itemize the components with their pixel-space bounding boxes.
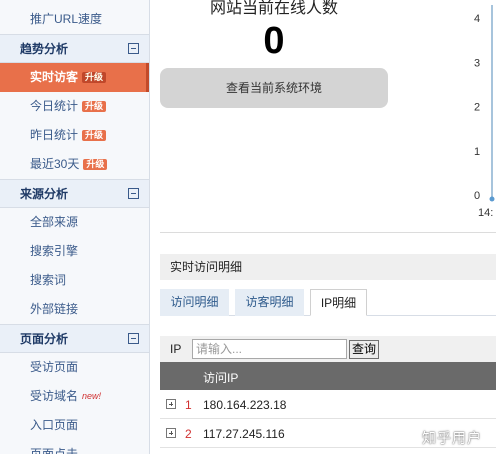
sidebar-item[interactable]: 全部来源 — [0, 208, 149, 237]
expand-plus-icon[interactable] — [166, 399, 176, 409]
sidebar-item-label: 受访页面 — [30, 360, 79, 374]
sidebar-item[interactable]: 受访域名 new! — [0, 382, 149, 411]
online-visitors-title: 网站当前在线人数 — [209, 0, 338, 17]
sidebar-item[interactable]: 外部链接 — [0, 295, 149, 324]
chart-y-tick-label: 2 — [474, 102, 480, 114]
collapse-minus-icon[interactable] — [128, 43, 139, 54]
tab-visitor-detail[interactable]: 访客明细 — [235, 289, 304, 316]
collapse-minus-icon[interactable] — [128, 333, 139, 344]
ip-filter-bar: IP 查询 — [160, 336, 496, 362]
sidebar-item-label: 推广URL速度 — [30, 12, 103, 26]
upgrade-badge: 升级 — [82, 130, 107, 142]
query-button[interactable]: 查询 — [349, 340, 379, 359]
online-visitors-count: 0 — [263, 20, 285, 62]
ip-table-header: 访问IP — [160, 362, 496, 390]
sidebar-section[interactable]: 来源分析 — [0, 179, 149, 208]
sidebar-section-label: 来源分析 — [20, 187, 69, 201]
watermark: 知乎用户 — [422, 430, 482, 446]
sidebar-section-label: 趋势分析 — [20, 42, 69, 56]
detail-tabs: 访问明细 访客明细 IP明细 — [160, 289, 496, 316]
sidebar-item[interactable]: 受访页面 — [0, 353, 149, 382]
section-divider — [160, 232, 496, 233]
sidebar-section-label: 页面分析 — [20, 332, 69, 346]
active-indicator — [146, 63, 149, 92]
collapse-minus-icon[interactable] — [128, 188, 139, 199]
chart-y-tick-label: 4 — [474, 13, 480, 25]
table-row: 1 180.164.223.18 — [160, 390, 496, 419]
new-tag: new! — [82, 391, 102, 401]
sidebar-item[interactable]: 入口页面 — [0, 411, 149, 440]
sidebar-item-label: 搜索词 — [30, 273, 67, 287]
sidebar-item-label: 入口页面 — [30, 418, 79, 432]
sidebar-section[interactable]: 页面分析 — [0, 324, 149, 353]
row-ip-address: 180.164.223.18 — [203, 398, 287, 412]
sidebar-item[interactable]: 实时访客 升级 — [0, 63, 149, 92]
chart-x-tick-label: 14: — [478, 207, 493, 219]
chart-y-tick-label: 0 — [474, 190, 480, 202]
sidebar-item[interactable]: 搜索引擎 — [0, 237, 149, 266]
sidebar-item-label: 今日统计 — [30, 99, 79, 113]
row-ip-address: 117.27.245.116 — [203, 427, 285, 441]
sidebar-section[interactable]: 趋势分析 — [0, 34, 149, 63]
sidebar-item[interactable]: 昨日统计 升级 — [0, 121, 149, 150]
sidebar: 推广URL速度 趋势分析 实时访客 升级 今日统计 升级 昨日统计 升级 最近30天 升级 来源分析… — [0, 0, 150, 454]
realtime-detail-header: 实时访问明细 — [160, 254, 496, 280]
sidebar-item-label: 实时访客 — [30, 70, 79, 84]
sidebar-item-label: 昨日统计 — [30, 128, 79, 142]
row-number: 1 — [185, 398, 192, 412]
upgrade-badge: 升级 — [83, 159, 108, 171]
view-system-environment-button[interactable]: 查看当前系统环境 — [160, 68, 388, 108]
sidebar-item-label: 受访域名 — [30, 389, 79, 403]
chart-y-tick-label: 3 — [474, 57, 480, 69]
sidebar-item[interactable]: 页面点击 — [0, 440, 149, 454]
sidebar-item-label: 全部来源 — [30, 215, 79, 229]
sidebar-item[interactable]: 推广URL速度 — [0, 5, 149, 34]
upgrade-badge: 升级 — [82, 101, 107, 113]
chart-data-point — [489, 196, 495, 202]
chart-y-tick-label: 1 — [474, 146, 480, 158]
sidebar-item[interactable]: 搜索词 — [0, 266, 149, 295]
expand-plus-icon[interactable] — [166, 428, 176, 438]
upgrade-badge: 升级 — [82, 72, 107, 84]
online-trend-chart: 4 3 2 1 0 14: — [474, 5, 495, 219]
column-header-visit-ip: 访问IP — [203, 371, 239, 385]
row-number: 2 — [185, 427, 192, 441]
sidebar-item[interactable]: 最近30天 升级 — [0, 150, 149, 179]
sidebar-item-label: 页面点击 — [30, 447, 79, 454]
tab-ip-detail[interactable]: IP明细 — [310, 289, 367, 316]
ip-search-input[interactable] — [192, 339, 347, 359]
sidebar-item-label: 外部链接 — [30, 302, 79, 316]
tab-visit-detail[interactable]: 访问明细 — [160, 289, 229, 316]
sidebar-item[interactable]: 今日统计 升级 — [0, 92, 149, 121]
ip-filter-label: IP — [170, 342, 182, 356]
sidebar-item-label: 搜索引擎 — [30, 244, 79, 258]
sidebar-item-label: 最近30天 — [30, 157, 80, 171]
